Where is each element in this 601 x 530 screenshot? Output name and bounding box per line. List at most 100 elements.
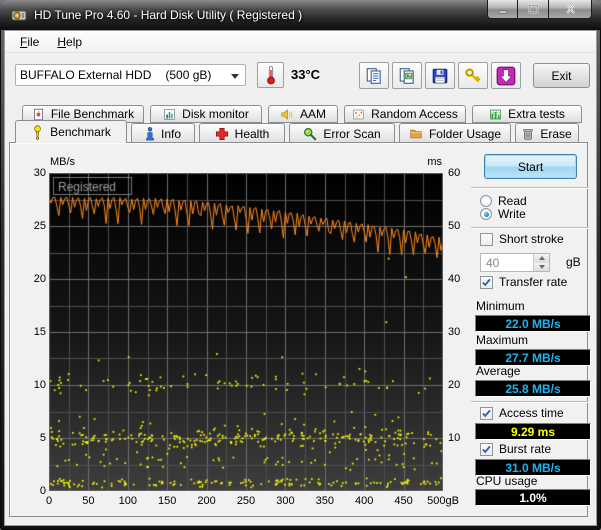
tab-row-lower: Benchmark Info Health Error Scan Folder … bbox=[9, 120, 588, 143]
menu-file[interactable]: File bbox=[11, 32, 48, 52]
extra-tests-icon bbox=[490, 109, 501, 119]
exit-button[interactable]: Exit bbox=[533, 63, 590, 88]
benchmark-chart bbox=[49, 173, 443, 491]
write-radio[interactable] bbox=[480, 208, 492, 220]
start-button[interactable]: Start bbox=[484, 154, 577, 179]
short-stroke-value: 40 bbox=[486, 255, 500, 270]
axis-tick-label: 300 bbox=[276, 495, 295, 507]
maximize-button[interactable] bbox=[518, 0, 548, 19]
toolbar: BUFFALO External HDD (500 gB) 33°C Exit bbox=[5, 54, 596, 103]
tab-aam[interactable]: AAM bbox=[268, 105, 338, 123]
short-stroke-label: Short stroke bbox=[499, 232, 564, 246]
cpu-usage-value-box: 1.0% bbox=[475, 489, 591, 506]
axis-tick-label: 250 bbox=[236, 495, 256, 507]
copy-report-button[interactable] bbox=[359, 62, 389, 89]
spinner-down-button[interactable] bbox=[534, 262, 549, 271]
window-controls bbox=[487, 0, 592, 19]
window-frame: HD Tune Pro 4.60 - Hard Disk Utility ( R… bbox=[0, 0, 601, 530]
spinner-buttons bbox=[533, 254, 549, 271]
tab-label: Health bbox=[234, 126, 270, 141]
download-icon bbox=[496, 66, 516, 85]
read-option[interactable]: Read bbox=[480, 194, 527, 208]
tab-random-access[interactable]: Random Access bbox=[344, 105, 466, 123]
random-access-icon bbox=[353, 109, 364, 119]
exit-button-label: Exit bbox=[551, 68, 572, 83]
minimum-value-box: 22.0 MB/s bbox=[475, 315, 591, 332]
axis-tick-label: 10 bbox=[448, 432, 461, 444]
hd-tune-pro-window: HD Tune Pro 4.60 - Hard Disk Utility ( R… bbox=[0, 0, 601, 530]
minimum-label: Minimum bbox=[476, 299, 525, 313]
download-results-button[interactable] bbox=[491, 62, 521, 89]
write-option[interactable]: Write bbox=[480, 207, 526, 221]
copy-image-icon bbox=[399, 67, 414, 84]
temperature-button[interactable] bbox=[257, 62, 284, 88]
axis-tick-label: 5 bbox=[39, 432, 46, 444]
tab-erase[interactable]: Erase bbox=[515, 123, 579, 143]
menubar: File Help bbox=[5, 31, 596, 53]
menu-help[interactable]: Help bbox=[48, 32, 91, 52]
tab-label: Info bbox=[160, 126, 181, 141]
tab-disk-monitor[interactable]: Disk monitor bbox=[150, 105, 262, 123]
check-icon bbox=[482, 278, 491, 286]
close-icon bbox=[565, 4, 575, 14]
axis-tick-label: 20 bbox=[33, 273, 46, 285]
tab-extra-tests[interactable]: Extra tests bbox=[472, 105, 582, 123]
axis-tick-label: 350 bbox=[315, 495, 334, 507]
read-radio[interactable] bbox=[480, 195, 492, 207]
copy-image-button[interactable] bbox=[392, 62, 422, 89]
options-button[interactable] bbox=[458, 62, 488, 89]
short-stroke-unit: gB bbox=[566, 255, 581, 269]
health-cross-icon bbox=[215, 127, 228, 140]
y-right-axis-title: ms bbox=[427, 156, 442, 168]
tab-folder-usage[interactable]: Folder Usage bbox=[399, 123, 511, 143]
axis-tick-label: 150 bbox=[158, 495, 177, 507]
short-stroke-checkbox[interactable] bbox=[480, 232, 493, 246]
cpu-usage-value: 1.0% bbox=[519, 490, 547, 505]
axis-tick-label: 30 bbox=[448, 326, 461, 338]
benchmark-icon bbox=[34, 124, 41, 140]
close-button[interactable] bbox=[548, 0, 592, 19]
tab-benchmark[interactable]: Benchmark bbox=[15, 120, 127, 143]
short-stroke-option[interactable]: Short stroke bbox=[480, 232, 564, 246]
minimize-button[interactable] bbox=[487, 0, 518, 19]
drive-select-combobox[interactable]: BUFFALO External HDD (500 gB) bbox=[15, 64, 246, 86]
save-button[interactable] bbox=[425, 62, 455, 89]
start-button-label: Start bbox=[517, 159, 544, 174]
tab-label: Benchmark bbox=[50, 125, 111, 139]
speaker-icon bbox=[281, 108, 293, 120]
minimize-icon bbox=[498, 10, 507, 13]
access-time-value-box: 9.29 ms bbox=[475, 423, 591, 440]
axis-tick-label: 40 bbox=[448, 273, 461, 285]
access-time-option[interactable]: Access time bbox=[480, 406, 564, 420]
access-time-checkbox[interactable] bbox=[480, 406, 493, 420]
axis-tick-label: 20 bbox=[448, 379, 461, 391]
tab-label: Disk monitor bbox=[182, 107, 249, 121]
titlebar[interactable]: HD Tune Pro 4.60 - Hard Disk Utility ( R… bbox=[0, 0, 601, 30]
tab-info[interactable]: Info bbox=[131, 123, 195, 143]
burst-rate-value: 31.0 MB/s bbox=[505, 460, 561, 475]
maximum-label: Maximum bbox=[476, 333, 529, 347]
check-icon bbox=[482, 409, 491, 417]
burst-rate-checkbox[interactable] bbox=[480, 442, 493, 456]
transfer-rate-option[interactable]: Transfer rate bbox=[480, 275, 567, 289]
tab-error-scan[interactable]: Error Scan bbox=[289, 123, 395, 143]
chevron-down-icon bbox=[231, 74, 239, 79]
short-stroke-spinner[interactable]: 40 bbox=[480, 253, 550, 272]
app-icon bbox=[11, 10, 27, 21]
window-title: HD Tune Pro 4.60 - Hard Disk Utility ( R… bbox=[34, 8, 303, 22]
y-left-axis-title: MB/s bbox=[50, 156, 76, 168]
average-value-box: 25.8 MB/s bbox=[475, 380, 591, 397]
spinner-up-button[interactable] bbox=[534, 254, 549, 263]
transfer-rate-checkbox[interactable] bbox=[480, 275, 493, 289]
axis-tick-label: 50 bbox=[82, 495, 95, 507]
trash-icon bbox=[523, 128, 534, 140]
file-benchmark-icon bbox=[33, 108, 43, 120]
tab-label: AAM bbox=[299, 107, 326, 121]
tab-health[interactable]: Health bbox=[199, 123, 285, 143]
disk-monitor-icon bbox=[164, 108, 175, 120]
benchmark-tab-page: MB/s ms 30 25 20 15 10 5 0 60 50 40 30 20 10 0 50 100 15… bbox=[9, 142, 591, 517]
tab-label: Erase bbox=[540, 126, 572, 141]
average-value: 25.8 MB/s bbox=[505, 381, 561, 396]
window-body: File Help BUFFALO External HDD (500 gB) … bbox=[4, 30, 597, 526]
burst-rate-option[interactable]: Burst rate bbox=[480, 442, 551, 456]
